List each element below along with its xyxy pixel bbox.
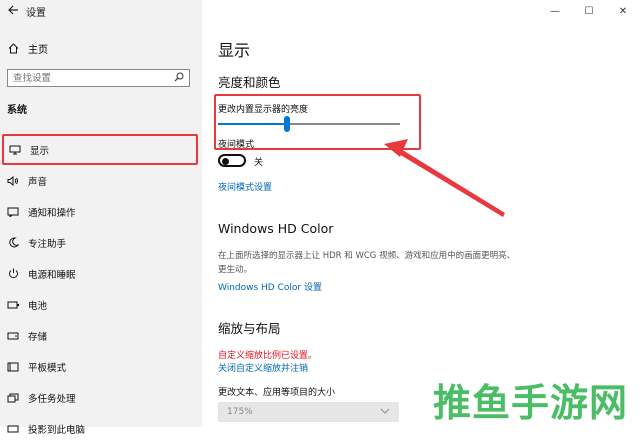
sidebar-item-storage[interactable]: 存储	[0, 320, 202, 351]
battery-icon	[4, 301, 22, 309]
sidebar-section-title: 系统	[7, 105, 27, 116]
hd-color-settings-link[interactable]: Windows HD Color 设置	[218, 280, 322, 293]
sidebar-item-notifications[interactable]: 通知和操作	[0, 196, 202, 227]
search-input[interactable]	[13, 72, 163, 84]
search-box[interactable]	[7, 69, 190, 87]
search-icon[interactable]	[174, 72, 184, 85]
sidebar-item-focus-assist[interactable]: 专注助手	[0, 227, 202, 258]
sidebar-item-label: 通知和操作	[28, 207, 76, 219]
turn-off-custom-scaling-link[interactable]: 关闭自定义缩放并注销	[218, 361, 308, 374]
night-light-state: 关	[254, 158, 264, 168]
night-light-settings-link[interactable]: 夜间模式设置	[218, 180, 272, 193]
window-controls: — ☐ ✕	[538, 0, 640, 22]
sidebar-item-display[interactable]: 显示	[2, 134, 198, 165]
sidebar-nav: 显示 声音 通知和操作 专注助手 电源和睡眠 电池 存储 平板模式 多任务处理 …	[0, 134, 202, 444]
hd-color-heading: Windows HD Color	[218, 221, 334, 236]
tablet-icon	[4, 362, 22, 372]
storage-icon	[4, 332, 22, 340]
sidebar-item-label: 专注助手	[28, 238, 67, 250]
size-label: 更改文本、应用等项目的大小	[218, 388, 336, 398]
custom-scale-warning: 自定义缩放比例已设置。	[218, 351, 318, 361]
home-link[interactable]: 主页	[4, 38, 198, 58]
moon-icon	[4, 237, 22, 248]
power-icon	[4, 268, 22, 279]
sidebar-item-project[interactable]: 投影到此电脑	[0, 413, 202, 444]
home-label: 主页	[28, 44, 48, 56]
sidebar-item-battery[interactable]: 电池	[0, 289, 202, 320]
sidebar-item-sound[interactable]: 声音	[0, 165, 202, 196]
chevron-down-icon	[380, 407, 390, 417]
back-arrow-icon[interactable]	[0, 4, 26, 18]
toggle-knob	[222, 157, 229, 165]
page-title: 显示	[218, 41, 251, 60]
maximize-button[interactable]: ☐	[572, 6, 606, 17]
sidebar: 设置 主页 系统 显示 声音 通知和操作	[0, 0, 202, 436]
minimize-button[interactable]: —	[538, 6, 572, 17]
speaker-icon	[4, 175, 22, 186]
hd-color-description: 在上面所选择的显示器上让 HDR 和 WCG 视频、游戏和应用中的画面更明亮、更…	[218, 251, 516, 275]
watermark: 推鱼手游网	[433, 381, 629, 425]
projector-icon	[4, 424, 22, 434]
sidebar-item-label: 声音	[28, 176, 48, 188]
sidebar-item-label: 投影到此电脑	[28, 424, 86, 436]
home-icon	[4, 42, 22, 54]
close-button[interactable]: ✕	[606, 6, 640, 17]
brightness-heading: 亮度和颜色	[218, 75, 281, 90]
scale-heading: 缩放与布局	[218, 321, 281, 336]
sidebar-item-power[interactable]: 电源和睡眠	[0, 258, 202, 289]
scale-dropdown-value: 175%	[227, 407, 253, 417]
sidebar-item-label: 电源和睡眠	[28, 269, 76, 281]
brightness-highlight-box	[214, 94, 421, 150]
sidebar-item-label: 多任务处理	[28, 393, 76, 405]
main-content: — ☐ ✕ 显示 亮度和颜色 更改内置显示器的亮度 夜间模式 夜间模式设置 Wi…	[202, 0, 640, 427]
notification-icon	[4, 207, 22, 217]
multitask-icon	[4, 393, 22, 403]
sidebar-item-tablet-mode[interactable]: 平板模式	[0, 351, 202, 382]
sidebar-item-label: 显示	[30, 145, 50, 157]
sidebar-item-multitasking[interactable]: 多任务处理	[0, 382, 202, 413]
scale-dropdown[interactable]: 175%	[218, 402, 399, 422]
night-light-toggle[interactable]	[218, 154, 246, 167]
window-title: 设置	[26, 7, 46, 19]
sidebar-item-label: 平板模式	[28, 362, 67, 374]
monitor-icon	[6, 145, 24, 155]
sidebar-item-label: 电池	[28, 300, 48, 312]
sidebar-item-label: 存储	[28, 331, 48, 343]
title-bar: 设置	[0, 0, 202, 22]
